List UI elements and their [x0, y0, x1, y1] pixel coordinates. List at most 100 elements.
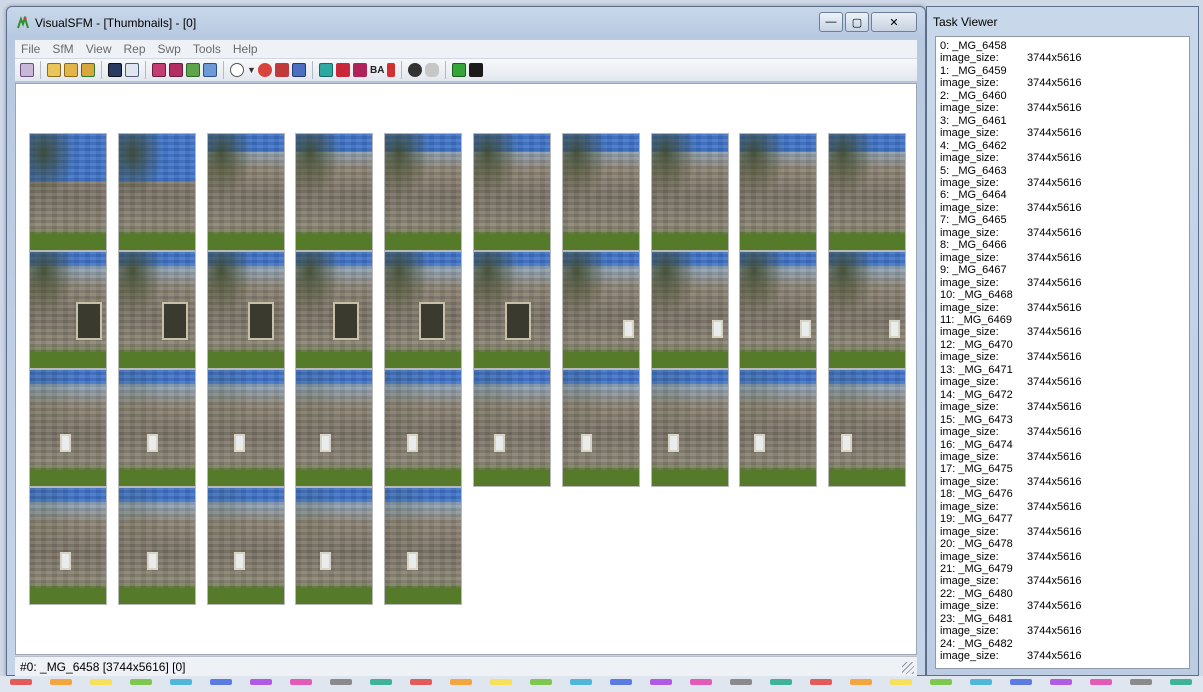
zoom-icon[interactable]	[230, 63, 244, 77]
taskbar-button[interactable]	[210, 679, 232, 685]
match-list-icon[interactable]	[186, 63, 200, 77]
taskbar-button[interactable]	[530, 679, 552, 685]
thumbnail-image[interactable]	[828, 369, 907, 487]
taskbar-button[interactable]	[850, 679, 872, 685]
minimize-button[interactable]: —	[819, 12, 843, 32]
taskbar-button[interactable]	[730, 679, 752, 685]
thumbnail-image[interactable]	[650, 133, 729, 251]
pairwise-match-icon[interactable]	[169, 63, 183, 77]
thumbnail-image[interactable]	[29, 133, 107, 251]
taskbar-button[interactable]	[1170, 679, 1192, 685]
taskbar-button[interactable]	[1050, 679, 1072, 685]
resize-grip-icon[interactable]	[902, 662, 914, 674]
taskbar-button[interactable]	[330, 679, 352, 685]
thumbnail-image[interactable]	[384, 487, 463, 605]
thumbnail-image[interactable]	[561, 369, 640, 487]
thumbnail-image[interactable]	[206, 133, 285, 251]
open-nvm-icon[interactable]	[81, 63, 95, 77]
thumbnail-image[interactable]	[117, 133, 196, 251]
run-step-icon[interactable]	[336, 63, 350, 77]
taskbar-button[interactable]	[770, 679, 792, 685]
binoculars-icon[interactable]	[469, 63, 484, 77]
camera-view-icon[interactable]	[319, 63, 333, 77]
thumbnail-image[interactable]	[650, 369, 729, 487]
menu-file[interactable]: File	[15, 42, 46, 56]
thumbnail-image[interactable]	[473, 133, 551, 251]
task-log[interactable]: 0: _MG_6458 image_size: 3744x5616 1: _MG_64…	[935, 36, 1190, 669]
thumbnail-canvas[interactable]	[15, 83, 917, 655]
taskbar-button[interactable]	[290, 679, 312, 685]
new-workspace-icon[interactable]	[20, 63, 34, 77]
taskbar-button[interactable]	[370, 679, 392, 685]
thumbnail-image[interactable]	[29, 487, 107, 605]
taskbar-button[interactable]	[410, 679, 432, 685]
chevron-down-icon[interactable]: ▼	[247, 63, 256, 77]
taskbar-button[interactable]	[1010, 679, 1032, 685]
title-bar[interactable]: VisualSFM - [Thumbnails] - [0] — ▢ ✕	[7, 7, 925, 37]
taskbar-button[interactable]	[570, 679, 592, 685]
taskbar-button[interactable]	[970, 679, 992, 685]
taskbar-button[interactable]	[810, 679, 832, 685]
menu-sfm[interactable]: SfM	[46, 42, 79, 56]
thumbnail-image[interactable]	[473, 251, 551, 369]
copy-icon[interactable]	[125, 63, 139, 77]
open-images-icon[interactable]	[47, 63, 61, 77]
thumbnail-image[interactable]	[739, 251, 818, 369]
taskbar-button[interactable]	[90, 679, 112, 685]
taskbar-button[interactable]	[1130, 679, 1152, 685]
taskbar-button[interactable]	[610, 679, 632, 685]
hand-icon[interactable]	[425, 63, 440, 77]
next-step-icon[interactable]	[353, 63, 367, 77]
taskbar-button[interactable]	[890, 679, 912, 685]
thumbnail-image[interactable]	[295, 133, 374, 251]
thumbnail-image[interactable]	[295, 369, 374, 487]
thumbnail-image[interactable]	[295, 487, 374, 605]
gear-icon[interactable]	[408, 63, 423, 77]
thumbnail-image[interactable]	[117, 369, 196, 487]
thumbnail-image[interactable]	[384, 369, 463, 487]
match-graph-icon[interactable]	[203, 63, 217, 77]
thumbnail-image[interactable]	[117, 251, 196, 369]
taskbar-button[interactable]	[170, 679, 192, 685]
taskbar-button[interactable]	[450, 679, 472, 685]
compute-match-icon[interactable]	[152, 63, 166, 77]
taskbar-button[interactable]	[250, 679, 272, 685]
taskbar-button[interactable]	[930, 679, 952, 685]
close-button[interactable]: ✕	[871, 12, 917, 32]
menu-rep[interactable]: Rep	[117, 42, 151, 56]
thumbnail-image[interactable]	[384, 133, 463, 251]
thumbnail-image[interactable]	[739, 133, 818, 251]
taskbar-button[interactable]	[490, 679, 512, 685]
model-view-icon[interactable]	[292, 63, 306, 77]
sparse-reconstruct-icon[interactable]	[258, 63, 272, 77]
thumbnail-image[interactable]	[561, 133, 640, 251]
thumbnail-image[interactable]	[117, 487, 196, 605]
thumbnail-image[interactable]	[206, 251, 285, 369]
open-folder-icon[interactable]	[64, 63, 78, 77]
taskbar-button[interactable]	[1090, 679, 1112, 685]
thumbnail-image[interactable]	[561, 251, 640, 369]
taskbar-button[interactable]	[130, 679, 152, 685]
taskbar-button[interactable]	[650, 679, 672, 685]
thumbnail-image[interactable]	[828, 133, 907, 251]
maximize-button[interactable]: ▢	[845, 12, 869, 32]
menu-tools[interactable]: Tools	[187, 42, 227, 56]
thumbnail-image[interactable]	[295, 251, 374, 369]
thumbnail-image[interactable]	[206, 487, 285, 605]
taskbar-button[interactable]	[10, 679, 32, 685]
thumbnail-image[interactable]	[739, 369, 818, 487]
taskbar-button[interactable]	[690, 679, 712, 685]
menu-swp[interactable]: Swp	[152, 42, 187, 56]
bundle-adjust-button[interactable]: BA	[370, 65, 384, 76]
thumbnail-image[interactable]	[384, 251, 463, 369]
thumbnail-image[interactable]	[828, 251, 907, 369]
menu-view[interactable]: View	[80, 42, 118, 56]
save-icon[interactable]	[108, 63, 122, 77]
thumbnail-image[interactable]	[29, 369, 107, 487]
thumbnail-image[interactable]	[206, 369, 285, 487]
menu-help[interactable]: Help	[227, 42, 264, 56]
grid-view-icon[interactable]	[452, 63, 467, 77]
thumbnail-image[interactable]	[473, 369, 551, 487]
thumbnail-image[interactable]	[29, 251, 107, 369]
thumbnail-image[interactable]	[650, 251, 729, 369]
